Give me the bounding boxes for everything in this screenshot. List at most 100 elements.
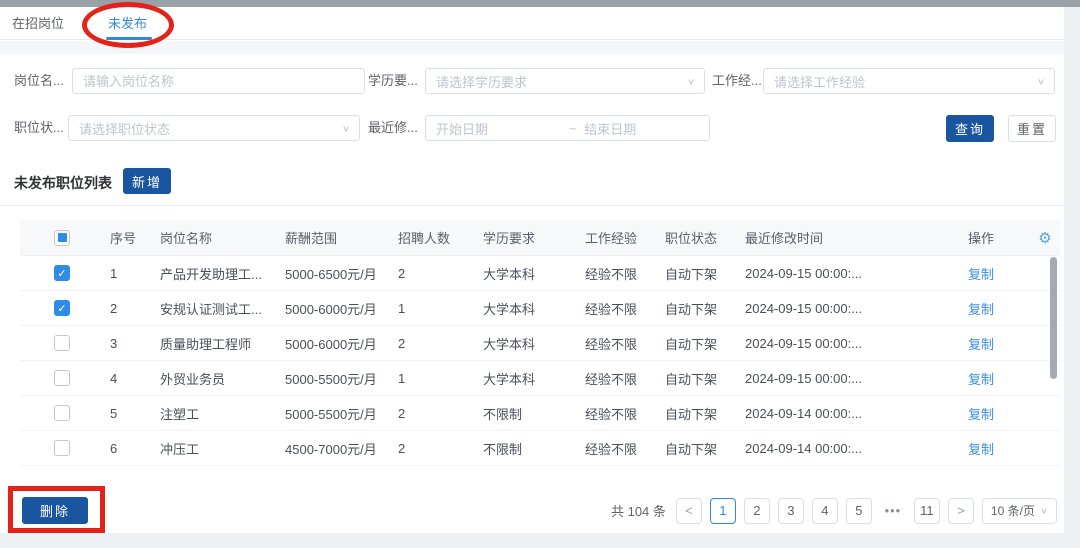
gear-icon[interactable]: ⚙: [1038, 230, 1051, 247]
row-index: 2: [110, 301, 160, 316]
row-checkbox[interactable]: ✓: [54, 370, 70, 386]
table-row: ✓ 6 冲压工 4500-7000元/月 2 不限制 经验不限 自动下架 202…: [20, 431, 1060, 466]
next-page-button[interactable]: >: [948, 498, 974, 524]
row-modified: 2024-09-15 00:00:...: [745, 336, 968, 351]
row-modified: 2024-09-15 00:00:...: [745, 371, 968, 386]
col-header-education: 学历要求: [483, 228, 585, 247]
row-salary: 5000-5500元/月: [285, 369, 398, 388]
select-all-checkbox[interactable]: [54, 230, 70, 246]
page-button-11[interactable]: 11: [914, 498, 940, 524]
row-modified: 2024-09-15 00:00:...: [745, 266, 968, 281]
row-education: 大学本科: [483, 264, 585, 283]
page-ellipsis[interactable]: •••: [880, 498, 906, 524]
check-icon: ✓: [57, 302, 66, 315]
copy-link[interactable]: 复制: [968, 372, 994, 387]
page-button-4[interactable]: 4: [812, 498, 838, 524]
row-name: 质量助理工程师: [160, 334, 285, 353]
section-divider: [0, 205, 1064, 206]
row-name: 冲压工: [160, 439, 285, 458]
row-education: 不限制: [483, 404, 585, 423]
check-icon: ✓: [57, 267, 66, 280]
row-headcount: 2: [398, 441, 483, 456]
table-header-row: 序号 岗位名称 薪酬范围 招聘人数 学历要求 工作经验 职位状态 最近修改时间 …: [20, 220, 1060, 256]
row-index: 4: [110, 371, 160, 386]
page-button-2[interactable]: 2: [744, 498, 770, 524]
status-select-placeholder: 请选择职位状态: [69, 119, 342, 138]
page-button-1[interactable]: 1: [710, 498, 736, 524]
row-status: 自动下架: [665, 299, 745, 318]
row-index: 5: [110, 406, 160, 421]
row-index: 1: [110, 266, 160, 281]
vertical-scrollbar-thumb[interactable]: [1050, 257, 1057, 379]
reset-button[interactable]: 重置: [1008, 115, 1056, 142]
experience-select-placeholder: 请选择工作经验: [764, 72, 1037, 91]
copy-link[interactable]: 复制: [968, 267, 994, 282]
tab-bar: 在招岗位 未发布: [0, 7, 1064, 40]
row-education: 大学本科: [483, 334, 585, 353]
col-header-modified: 最近修改时间: [745, 228, 968, 247]
row-experience: 经验不限: [585, 369, 665, 388]
copy-link[interactable]: 复制: [968, 337, 994, 352]
col-header-salary: 薪酬范围: [285, 228, 398, 247]
row-headcount: 2: [398, 336, 483, 351]
row-checkbox[interactable]: ✓: [54, 440, 70, 456]
row-status: 自动下架: [665, 334, 745, 353]
row-modified: 2024-09-14 00:00:...: [745, 441, 968, 456]
row-education: 大学本科: [483, 299, 585, 318]
row-modified: 2024-09-15 00:00:...: [745, 301, 968, 316]
row-salary: 5000-5500元/月: [285, 404, 398, 423]
row-salary: 5000-6000元/月: [285, 334, 398, 353]
tab-active-jobs[interactable]: 在招岗位: [12, 7, 64, 40]
date-range-separator: ~: [561, 121, 585, 136]
row-checkbox[interactable]: ✓: [54, 265, 70, 281]
table-row: ✓ 2 安规认证测试工... 5000-6000元/月 1 大学本科 经验不限 …: [20, 291, 1060, 326]
date-range-picker[interactable]: 开始日期 ~ 结束日期: [425, 115, 710, 141]
education-select-placeholder: 请选择学历要求: [426, 72, 687, 91]
row-headcount: 1: [398, 301, 483, 316]
page-button-3[interactable]: 3: [778, 498, 804, 524]
row-headcount: 2: [398, 266, 483, 281]
table-row: ✓ 5 注塑工 5000-5500元/月 2 不限制 经验不限 自动下架 202…: [20, 396, 1060, 431]
status-select[interactable]: 请选择职位状态 ∨: [68, 115, 360, 141]
row-experience: 经验不限: [585, 334, 665, 353]
row-checkbox[interactable]: ✓: [54, 335, 70, 351]
row-salary: 5000-6500元/月: [285, 264, 398, 283]
row-education: 不限制: [483, 439, 585, 458]
experience-select[interactable]: 请选择工作经验 ∨: [763, 68, 1055, 94]
job-name-input[interactable]: [73, 69, 364, 93]
page: 在招岗位 未发布 岗位名... 学历要... 请选择学历要求 ∨ 工作经... …: [0, 0, 1080, 548]
copy-link[interactable]: 复制: [968, 442, 994, 457]
tab-unpublished[interactable]: 未发布: [108, 7, 147, 40]
copy-link[interactable]: 复制: [968, 407, 994, 422]
add-button[interactable]: 新增: [123, 168, 171, 194]
education-select[interactable]: 请选择学历要求 ∨: [425, 68, 705, 94]
table-row: ✓ 4 外贸业务员 5000-5500元/月 1 大学本科 经验不限 自动下架 …: [20, 361, 1060, 396]
date-start-placeholder: 开始日期: [426, 119, 561, 138]
row-modified: 2024-09-14 00:00:...: [745, 406, 968, 421]
chevron-down-icon: ∨: [1040, 505, 1048, 515]
prev-page-button[interactable]: <: [676, 498, 702, 524]
search-button[interactable]: 查询: [946, 115, 994, 142]
copy-link[interactable]: 复制: [968, 302, 994, 317]
education-filter-label: 学历要...: [368, 68, 418, 94]
row-checkbox[interactable]: ✓: [54, 405, 70, 421]
row-status: 自动下架: [665, 369, 745, 388]
chevron-down-icon: ∨: [687, 76, 704, 86]
section-title: 未发布职位列表: [14, 173, 112, 193]
row-name: 安规认证测试工...: [160, 299, 285, 318]
modified-filter-label: 最近修...: [368, 115, 418, 141]
page-size-select[interactable]: 10 条/页 ∨: [982, 498, 1057, 524]
delete-button[interactable]: 删除: [22, 497, 88, 524]
row-name: 外贸业务员: [160, 369, 285, 388]
tab-active-underline: [106, 37, 152, 40]
row-education: 大学本科: [483, 369, 585, 388]
total-count: 共 104 条: [611, 501, 666, 520]
row-index: 3: [110, 336, 160, 351]
date-end-placeholder: 结束日期: [584, 119, 709, 138]
row-salary: 5000-6000元/月: [285, 299, 398, 318]
chevron-down-icon: ∨: [342, 123, 359, 133]
page-button-5[interactable]: 5: [846, 498, 872, 524]
row-name: 注塑工: [160, 404, 285, 423]
col-header-name: 岗位名称: [160, 228, 285, 247]
row-checkbox[interactable]: ✓: [54, 300, 70, 316]
